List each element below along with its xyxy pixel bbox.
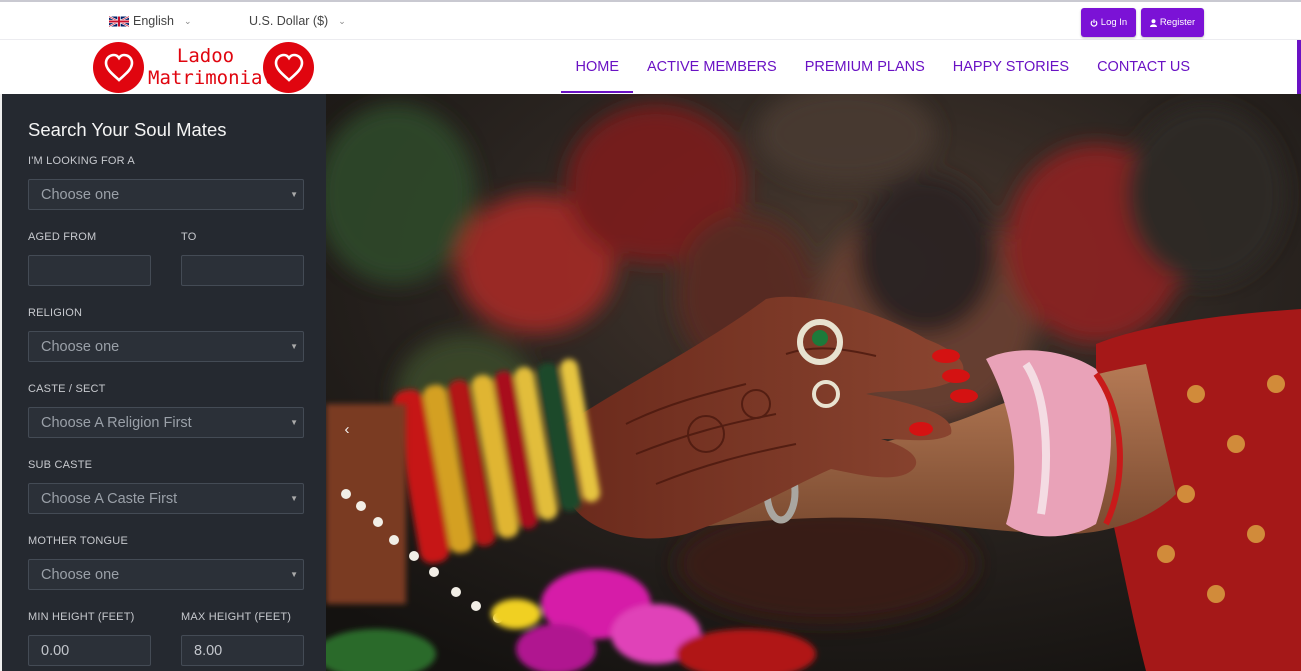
caste-value: Choose A Religion First <box>41 414 192 431</box>
aged-to-label: TO <box>181 231 197 243</box>
caret-down-icon: ▼ <box>290 342 298 351</box>
max-height-label: MAX HEIGHT (FEET) <box>181 611 292 623</box>
currency-label: U.S. Dollar ($) <box>249 14 329 28</box>
sub-caste-select[interactable]: Choose A Caste First ▼ <box>28 483 304 514</box>
religion-value: Choose one <box>41 338 120 355</box>
caret-down-icon: ▼ <box>290 494 298 503</box>
site-logo[interactable]: Ladoo Matrimonial <box>93 42 315 93</box>
main-navbar: Ladoo Matrimonial HOME ACTIVE MEMBERS PR… <box>0 40 1301 94</box>
login-label: Log In <box>1100 17 1128 28</box>
mother-tongue-value: Choose one <box>41 566 120 583</box>
language-label: English <box>133 14 174 28</box>
min-height-value: 0.00 <box>41 642 70 659</box>
looking-for-select[interactable]: Choose one ▼ <box>28 179 304 210</box>
register-label: Register <box>1159 17 1196 28</box>
logo-line1: Ladoo <box>176 45 235 67</box>
max-height-input[interactable]: 8.00 <box>181 635 304 666</box>
min-height-label: MIN HEIGHT (FEET) <box>28 611 135 623</box>
nav-item-contact-us[interactable]: CONTACT US <box>1083 40 1204 94</box>
search-sidebar: Search Your Soul Mates I'M LOOKING FOR A… <box>0 94 326 671</box>
search-title: Search Your Soul Mates <box>28 119 227 140</box>
mother-tongue-select[interactable]: Choose one ▼ <box>28 559 304 590</box>
register-button[interactable]: Register <box>1141 8 1204 37</box>
mother-tongue-label: MOTHER TONGUE <box>28 535 128 547</box>
heart-icon <box>93 42 144 93</box>
max-height-value: 8.00 <box>194 642 223 659</box>
logo-text: Ladoo Matrimonial <box>148 45 274 89</box>
nav-item-active-members[interactable]: ACTIVE MEMBERS <box>633 40 791 94</box>
chevron-down-icon: ⌄ <box>338 15 346 26</box>
caste-select[interactable]: Choose A Religion First ▼ <box>28 407 304 438</box>
looking-for-label: I'M LOOKING FOR A <box>28 155 135 167</box>
looking-for-value: Choose one <box>41 186 120 203</box>
login-button[interactable]: Log In <box>1081 8 1136 37</box>
aged-from-input[interactable] <box>28 255 151 286</box>
caret-down-icon: ▼ <box>290 570 298 579</box>
carousel-prev-button[interactable]: ‹ <box>334 416 360 442</box>
hero-carousel: ‹ <box>326 94 1301 671</box>
chevron-left-icon: ‹ <box>344 420 350 438</box>
chevron-down-icon: ⌄ <box>184 15 192 26</box>
currency-selector[interactable]: U.S. Dollar ($) ⌄ <box>249 14 346 28</box>
caste-label: CASTE / SECT <box>28 383 106 395</box>
caret-down-icon: ▼ <box>290 418 298 427</box>
aged-to-input[interactable] <box>181 255 304 286</box>
top-bar: English ⌄ U.S. Dollar ($) ⌄ Log In Regis… <box>0 0 1301 40</box>
user-icon <box>1149 18 1157 27</box>
nav-item-premium-plans[interactable]: PREMIUM PLANS <box>791 40 939 94</box>
religion-label: RELIGION <box>28 307 83 319</box>
uk-flag-icon <box>109 15 129 27</box>
religion-select[interactable]: Choose one ▼ <box>28 331 304 362</box>
language-selector[interactable]: English ⌄ <box>109 14 192 28</box>
hero-wedding-image <box>326 94 1301 671</box>
nav-item-home[interactable]: HOME <box>561 40 633 94</box>
logo-line2: Matrimonial <box>148 67 274 89</box>
sub-caste-label: SUB CASTE <box>28 459 93 471</box>
nav-menu: HOME ACTIVE MEMBERS PREMIUM PLANS HAPPY … <box>561 40 1204 94</box>
nav-item-happy-stories[interactable]: HAPPY STORIES <box>939 40 1083 94</box>
aged-from-label: AGED FROM <box>28 231 97 243</box>
power-icon <box>1090 18 1098 27</box>
heart-icon <box>263 42 314 93</box>
sub-caste-value: Choose A Caste First <box>41 490 178 507</box>
caret-down-icon: ▼ <box>290 190 298 199</box>
min-height-input[interactable]: 0.00 <box>28 635 151 666</box>
